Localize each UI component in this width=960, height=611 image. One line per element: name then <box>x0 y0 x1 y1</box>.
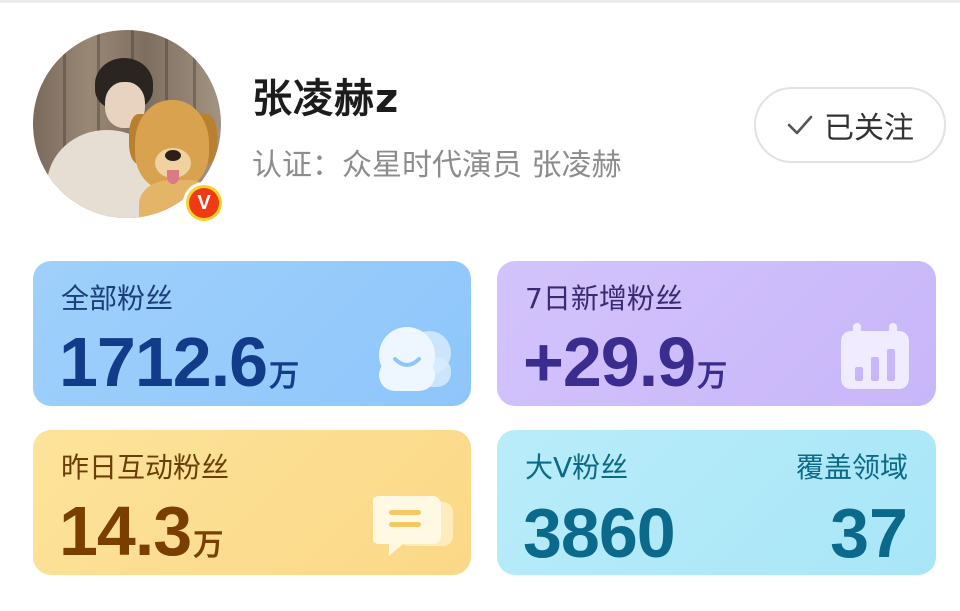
total-fans-number: 1712.6 <box>59 323 268 401</box>
verification-text: 认证：众星时代演员 张凌赫 <box>252 148 622 183</box>
active-fans-label: 昨日互动粉丝 <box>61 451 230 484</box>
profile-avatar-container[interactable]: V <box>33 30 225 224</box>
new-fans-7d-value: +29.9万 <box>523 327 727 397</box>
active-fans-number: 14.3 <box>59 492 192 570</box>
calendar-chart-icon <box>841 323 909 389</box>
bigv-fans-card[interactable]: 大V粉丝 覆盖领域 3860 37 <box>497 430 936 575</box>
bigv-fans-number: 3860 <box>523 494 676 572</box>
active-fans-value: 14.3万 <box>59 496 223 566</box>
verified-v-letter: V <box>189 188 219 218</box>
coverage-label: 覆盖领域 <box>795 451 908 484</box>
active-fans-unit: 万 <box>193 529 224 562</box>
followed-button[interactable]: 已关注 <box>754 87 946 163</box>
chat-bubble-icon <box>373 496 453 556</box>
bigv-fans-value: 3860 <box>523 498 676 568</box>
followed-button-label: 已关注 <box>824 111 914 146</box>
checkmark-icon <box>787 115 813 135</box>
new-fans-7d-card[interactable]: 7日新增粉丝 +29.9万 <box>497 261 936 406</box>
new-fans-7d-number: +29.9 <box>523 323 696 401</box>
fans-group-icon <box>379 327 451 391</box>
coverage-value: 37 <box>830 494 908 572</box>
profile-name: 张凌赫z <box>252 76 400 122</box>
total-fans-unit: 万 <box>269 360 300 393</box>
new-fans-7d-label: 7日新增粉丝 <box>525 282 683 315</box>
active-fans-card[interactable]: 昨日互动粉丝 14.3万 <box>33 430 471 575</box>
top-divider <box>0 0 960 3</box>
new-fans-7d-unit: 万 <box>697 360 728 393</box>
total-fans-value: 1712.6万 <box>59 327 299 397</box>
total-fans-label: 全部粉丝 <box>61 282 174 315</box>
verified-v-icon: V <box>183 182 225 224</box>
bigv-fans-label: 大V粉丝 <box>525 451 629 484</box>
total-fans-card[interactable]: 全部粉丝 1712.6万 <box>33 261 471 406</box>
